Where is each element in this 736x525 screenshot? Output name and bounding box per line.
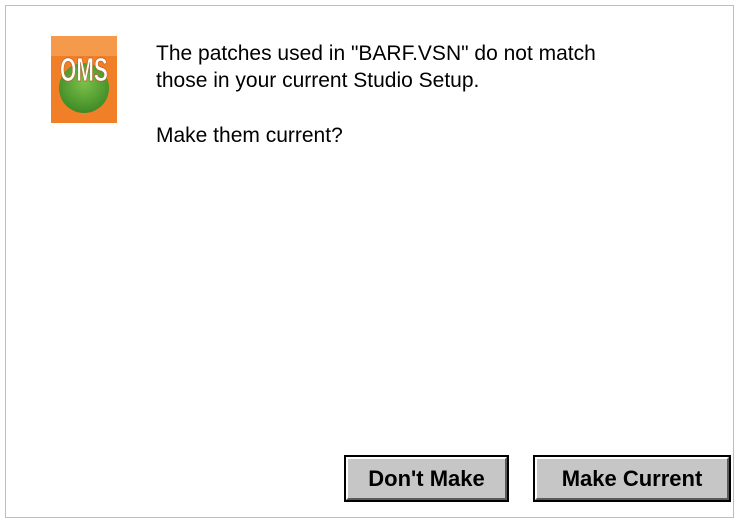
svg-text:OMS: OMS [60, 51, 108, 88]
message-line-1: The patches used in "BARF.VSN" do not ma… [156, 42, 596, 65]
question-text: Make them current? [156, 124, 343, 147]
message-text: The patches used in "BARF.VSN" do not ma… [156, 40, 726, 149]
dont-make-button-frame: Don't Make [344, 455, 509, 502]
oms-logo-icon: OMS [51, 36, 117, 123]
make-current-button-frame: Make Current [533, 455, 731, 502]
alert-dialog: OMS The patches used in "BARF.VSN" do no… [5, 5, 734, 518]
make-current-button[interactable]: Make Current [535, 457, 729, 500]
message-line-2: those in your current Studio Setup. [156, 69, 480, 92]
dont-make-button[interactable]: Don't Make [346, 457, 507, 500]
